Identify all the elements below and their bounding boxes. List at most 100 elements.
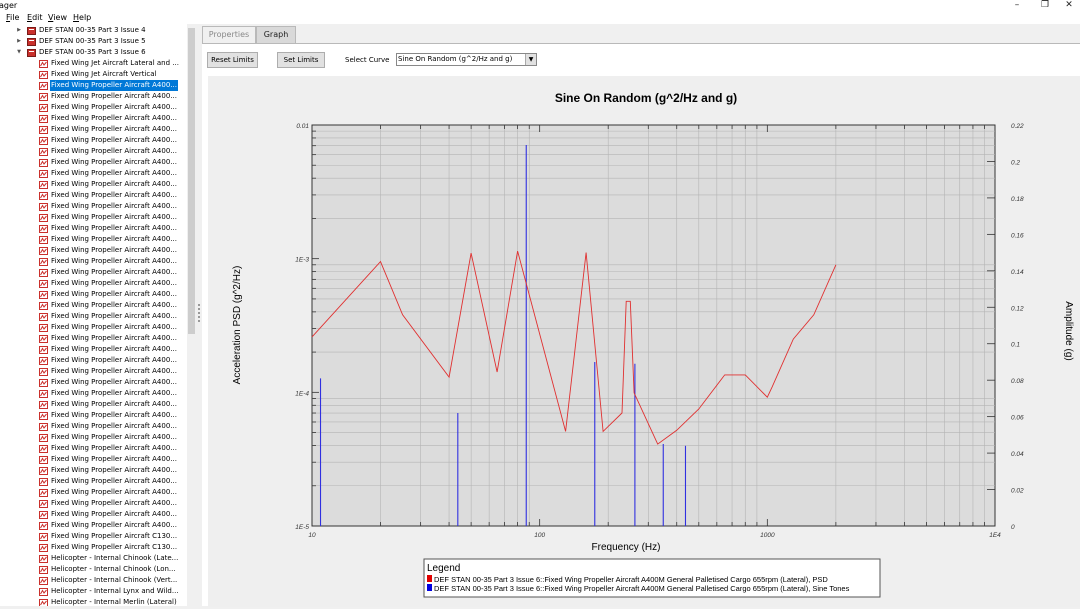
- tree-item[interactable]: Fixed Wing Propeller Aircraft A400...: [0, 388, 186, 399]
- tree-item[interactable]: Fixed Wing Propeller Aircraft A400...: [0, 157, 186, 168]
- expand-arrow-icon[interactable]: ▶: [15, 25, 23, 36]
- tab-properties[interactable]: Properties: [202, 26, 256, 43]
- curve-document-icon: [39, 566, 48, 574]
- curve-document-icon: [39, 588, 48, 596]
- tree-item[interactable]: Fixed Wing Propeller Aircraft A400...: [0, 366, 186, 377]
- tree-item[interactable]: Fixed Wing Propeller Aircraft A400...: [0, 421, 186, 432]
- tree-folder-item[interactable]: ▶ DEF STAN 00-35 Part 3 Issue 5: [0, 36, 186, 47]
- restore-button[interactable]: ❐: [1034, 0, 1056, 11]
- tree-item[interactable]: Fixed Wing Propeller Aircraft A400...: [0, 399, 186, 410]
- x-tick-label: 1E4: [989, 532, 1001, 539]
- tree-item[interactable]: Fixed Wing Propeller Aircraft A400...: [0, 520, 186, 531]
- menu-help[interactable]: Help: [73, 12, 91, 24]
- tree-item[interactable]: Fixed Wing Propeller Aircraft A400...: [0, 179, 186, 190]
- menu-edit[interactable]: Edit: [27, 12, 43, 24]
- tree-scrollbar-thumb[interactable]: [188, 28, 195, 334]
- tree-item[interactable]: Fixed Wing Propeller Aircraft A400...: [0, 476, 186, 487]
- tree-item[interactable]: Fixed Wing Propeller Aircraft A400...: [0, 168, 186, 179]
- tree-item[interactable]: Fixed Wing Jet Aircraft Vertical: [0, 69, 186, 80]
- tree-item[interactable]: Helicopter - Internal Chinook (Lon...: [0, 564, 186, 575]
- tree-item[interactable]: Fixed Wing Propeller Aircraft A400...: [0, 146, 186, 157]
- tree-item-label: Fixed Wing Propeller Aircraft A400...: [51, 125, 177, 133]
- tree-item[interactable]: Fixed Wing Propeller Aircraft A400...: [0, 190, 186, 201]
- tree-item[interactable]: Fixed Wing Propeller Aircraft A400...: [0, 432, 186, 443]
- tree-item[interactable]: Fixed Wing Jet Aircraft Lateral and ...: [0, 58, 186, 69]
- tree-item[interactable]: Fixed Wing Propeller Aircraft A400...: [0, 322, 186, 333]
- folder-book-icon: [27, 49, 36, 57]
- chevron-down-icon[interactable]: ▼: [525, 54, 536, 65]
- y-axis-label: Acceleration PSD (g^2/Hz): [232, 266, 243, 385]
- tree-item[interactable]: Helicopter - Internal Lynx and Wild...: [0, 586, 186, 597]
- tree-item[interactable]: Fixed Wing Propeller Aircraft A400...: [0, 201, 186, 212]
- tree-item[interactable]: Fixed Wing Propeller Aircraft A400...: [0, 212, 186, 223]
- tree-item[interactable]: Fixed Wing Propeller Aircraft C130...: [0, 531, 186, 542]
- reset-limits-button[interactable]: Reset Limits: [207, 52, 258, 68]
- curve-document-icon: [39, 456, 48, 464]
- tree-item[interactable]: Fixed Wing Propeller Aircraft A400...: [0, 509, 186, 520]
- close-button[interactable]: ✕: [1058, 0, 1080, 11]
- tree-item[interactable]: Fixed Wing Propeller Aircraft A400...: [0, 498, 186, 509]
- select-curve-dropdown[interactable]: Sine On Random (g^2/Hz and g) ▼: [396, 53, 537, 66]
- tree-item[interactable]: Fixed Wing Propeller Aircraft A400...: [0, 443, 186, 454]
- tree-item[interactable]: Fixed Wing Propeller Aircraft C130...: [0, 542, 186, 553]
- tree-item[interactable]: Helicopter - Internal Chinook (Late...: [0, 553, 186, 564]
- tree-item[interactable]: Fixed Wing Propeller Aircraft A400...: [0, 311, 186, 322]
- tree-item[interactable]: Helicopter - Internal Merlin (Lateral): [0, 597, 186, 606]
- tree-item[interactable]: Fixed Wing Propeller Aircraft A400...: [0, 333, 186, 344]
- tree-folder-item[interactable]: ▶ DEF STAN 00-35 Part 3 Issue 4: [0, 25, 186, 36]
- tree-item[interactable]: Fixed Wing Propeller Aircraft A400...: [0, 135, 186, 146]
- tree-item[interactable]: Fixed Wing Propeller Aircraft A400...: [0, 102, 186, 113]
- minimize-button[interactable]: –: [1006, 0, 1028, 11]
- chart-area: Sine On Random (g^2/Hz and g) 0.22 0.2 0.1…: [208, 76, 1080, 607]
- curve-document-icon: [39, 390, 48, 398]
- tab-graph[interactable]: Graph: [256, 26, 296, 43]
- tree-item[interactable]: Fixed Wing Propeller Aircraft A400...: [0, 91, 186, 102]
- tree-folder-item[interactable]: ▼ DEF STAN 00-35 Part 3 Issue 6: [0, 47, 186, 58]
- tree-item[interactable]: Fixed Wing Propeller Aircraft A400...: [0, 124, 186, 135]
- curve-document-icon: [39, 346, 48, 354]
- tree-item[interactable]: Fixed Wing Propeller Aircraft A400...: [0, 410, 186, 421]
- tree-item-label: Fixed Wing Propeller Aircraft A400...: [51, 191, 177, 199]
- collapse-arrow-icon[interactable]: ▼: [15, 47, 23, 58]
- tree-item[interactable]: Fixed Wing Propeller Aircraft A400...: [0, 256, 186, 267]
- curve-document-icon: [39, 181, 48, 189]
- tree-item[interactable]: Fixed Wing Propeller Aircraft A400...: [0, 487, 186, 498]
- curve-document-icon: [39, 137, 48, 145]
- legend-title: Legend: [427, 563, 460, 574]
- y2-tick-label: 0.08: [1011, 378, 1024, 385]
- set-limits-button[interactable]: Set Limits: [277, 52, 325, 68]
- menu-view[interactable]: View: [48, 12, 67, 24]
- tree-item-label: Fixed Wing Propeller Aircraft A400...: [51, 378, 177, 386]
- tree-item-label: Fixed Wing Propeller Aircraft A400...: [51, 290, 177, 298]
- tree-scrollbar[interactable]: [187, 24, 196, 606]
- legend-swatch-psd: [427, 575, 432, 582]
- curve-document-icon: [39, 368, 48, 376]
- tree-item-label: Fixed Wing Propeller Aircraft A400...: [51, 257, 177, 265]
- tree-item-label: Fixed Wing Propeller Aircraft A400...: [51, 510, 177, 518]
- tree-item[interactable]: Fixed Wing Propeller Aircraft A400...: [0, 465, 186, 476]
- tree-item[interactable]: Fixed Wing Propeller Aircraft A400...: [0, 234, 186, 245]
- menu-file[interactable]: File: [6, 12, 19, 24]
- tree-item[interactable]: Fixed Wing Propeller Aircraft A400...: [0, 113, 186, 124]
- tree-item[interactable]: Fixed Wing Propeller Aircraft A400...: [0, 223, 186, 234]
- tree-item[interactable]: Fixed Wing Propeller Aircraft A400...: [0, 267, 186, 278]
- tree-item[interactable]: Fixed Wing Propeller Aircraft A400...: [0, 245, 186, 256]
- tree-item[interactable]: Helicopter - Internal Chinook (Vert...: [0, 575, 186, 586]
- tree-item[interactable]: Fixed Wing Propeller Aircraft A400...: [0, 344, 186, 355]
- tree-item-label: DEF STAN 00-35 Part 3 Issue 6: [39, 48, 146, 56]
- curve-tree[interactable]: Helicopter - Internal Merlin (Longit...H…: [0, 24, 196, 606]
- y2-axis-label: Amplitude (g): [1063, 301, 1074, 360]
- curve-document-icon: [39, 203, 48, 211]
- tree-item[interactable]: Fixed Wing Propeller Aircraft A400...: [0, 300, 186, 311]
- tree-item[interactable]: Fixed Wing Propeller Aircraft A400...: [0, 289, 186, 300]
- tree-item[interactable]: Fixed Wing Propeller Aircraft A400...: [0, 355, 186, 366]
- expand-arrow-icon[interactable]: ▶: [15, 36, 23, 47]
- tree-item[interactable]: Fixed Wing Propeller Aircraft A400...: [0, 454, 186, 465]
- tree-item-label: Fixed Wing Jet Aircraft Lateral and ...: [51, 59, 179, 67]
- tree-item[interactable]: Fixed Wing Propeller Aircraft A400...: [0, 377, 186, 388]
- tree-item-label: Fixed Wing Propeller Aircraft A400...: [51, 422, 177, 430]
- tree-item[interactable]: Fixed Wing Propeller Aircraft A400...: [0, 80, 186, 91]
- tree-item[interactable]: Fixed Wing Propeller Aircraft A400...: [0, 278, 186, 289]
- tree-item-label: Fixed Wing Propeller Aircraft A400...: [51, 444, 177, 452]
- tree-item-label: Fixed Wing Propeller Aircraft A400...: [51, 521, 177, 529]
